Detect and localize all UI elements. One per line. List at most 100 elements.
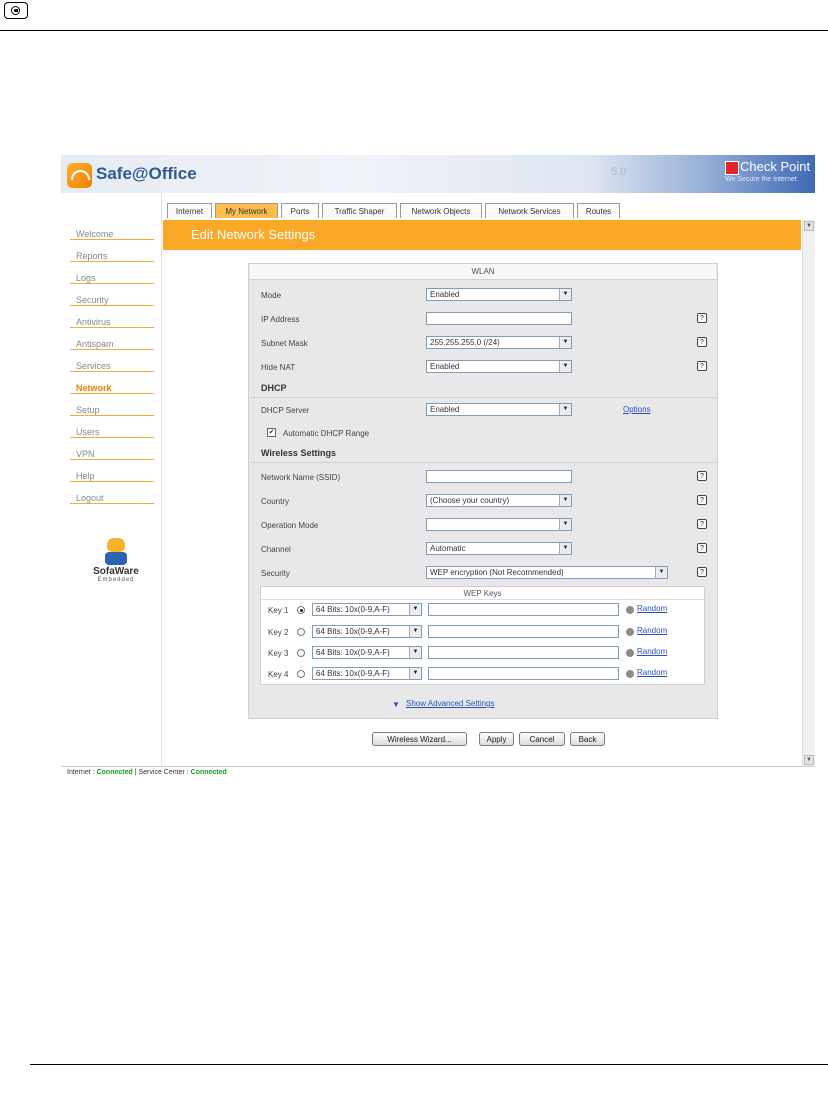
help-icon[interactable]: ? xyxy=(697,361,707,371)
wep-keys-title: WEP Keys xyxy=(261,587,704,600)
back-button[interactable]: Back xyxy=(570,732,605,746)
key-1-length-select[interactable]: 64 Bits: 10x(0-9,A-F) ▼ xyxy=(312,603,422,616)
help-icon[interactable]: ? xyxy=(697,567,707,577)
chevron-down-icon: ▼ xyxy=(409,668,421,679)
sidebar-item-services[interactable]: Services xyxy=(70,351,154,372)
sidebar-item-setup[interactable]: Setup xyxy=(70,395,154,416)
key-3-length-select[interactable]: 64 Bits: 10x(0-9,A-F) ▼ xyxy=(312,646,422,659)
sidebar-item-antispam[interactable]: Antispam xyxy=(70,329,154,350)
tab-my-network[interactable]: My Network xyxy=(215,203,278,218)
ip-address-input[interactable] xyxy=(426,312,572,325)
dhcp-server-select[interactable]: Enabled ▼ xyxy=(426,403,572,416)
bear-mascot-icon xyxy=(107,538,125,552)
vendor-name: Check Point xyxy=(740,159,811,174)
key-2-input[interactable] xyxy=(428,625,619,638)
sidebar-item-welcome[interactable]: Welcome xyxy=(70,219,154,240)
show-advanced-settings-link[interactable]: Show Advanced Settings xyxy=(406,699,495,708)
dhcp-section-title: DHCP xyxy=(261,383,287,393)
version-label: 5.0 xyxy=(611,166,627,178)
security-select[interactable]: WEP encryption (Not Recommended) ▼ xyxy=(426,566,668,579)
key-4-random-link[interactable]: Random xyxy=(637,668,667,677)
subnet-mask-select[interactable]: 255.255.255.0 (/24) ▼ xyxy=(426,336,572,349)
key-3-input[interactable] xyxy=(428,646,619,659)
key-3-radio[interactable] xyxy=(297,649,305,657)
chevron-down-icon: ▼ xyxy=(559,289,571,300)
sidebar-item-vpn[interactable]: VPN xyxy=(70,439,154,460)
divider xyxy=(250,397,716,398)
scroll-up-icon[interactable]: ▼ xyxy=(804,221,814,231)
random-icon xyxy=(626,606,634,614)
help-icon[interactable]: ? xyxy=(697,337,707,347)
security-label: Security xyxy=(261,569,290,578)
mode-select[interactable]: Enabled ▼ xyxy=(426,288,572,301)
chevron-down-icon: ▼ xyxy=(409,647,421,658)
sidebar-item-reports[interactable]: Reports xyxy=(70,241,154,262)
sidebar-item-help[interactable]: Help xyxy=(70,461,154,482)
help-icon[interactable]: ? xyxy=(697,543,707,553)
tab-routes[interactable]: Routes xyxy=(577,203,620,218)
sofaware-name: SofaWare xyxy=(93,566,139,577)
key-2-random-link[interactable]: Random xyxy=(637,626,667,635)
bottom-rule xyxy=(30,1064,828,1065)
sidebar-item-logs[interactable]: Logs xyxy=(70,263,154,284)
key-4-length-select[interactable]: 64 Bits: 10x(0-9,A-F) ▼ xyxy=(312,667,422,680)
key-1-radio[interactable] xyxy=(297,606,305,614)
hide-nat-select[interactable]: Enabled ▼ xyxy=(426,360,572,373)
scrollbar[interactable]: ▼ ▼ xyxy=(802,220,815,766)
auto-dhcp-range-label: Automatic DHCP Range xyxy=(283,429,370,438)
ip-address-label: IP Address xyxy=(261,315,300,324)
chevron-down-icon: ▼ xyxy=(559,519,571,530)
mode-dot-icon xyxy=(14,8,18,12)
chevron-down-icon: ▼ xyxy=(559,404,571,415)
sofaware-logo: SofaWare Embedded xyxy=(86,538,146,583)
key-1-random-link[interactable]: Random xyxy=(637,604,667,613)
help-icon[interactable]: ? xyxy=(697,519,707,529)
tab-internet[interactable]: Internet xyxy=(167,203,212,218)
country-label: Country xyxy=(261,497,290,506)
ssid-label: Network Name (SSID) xyxy=(261,473,341,482)
sidebar-item-antivirus[interactable]: Antivirus xyxy=(70,307,154,328)
apply-button[interactable]: Apply xyxy=(479,732,514,746)
divider xyxy=(250,462,716,463)
page-header: Edit Network Settings xyxy=(163,220,801,250)
tab-ports[interactable]: Ports xyxy=(281,203,319,218)
mode-ring-icon xyxy=(11,5,20,15)
key-1-label: Key 1 xyxy=(268,606,289,615)
wireless-wizard-button[interactable]: Wireless Wizard... xyxy=(372,732,467,746)
dhcp-options-link[interactable]: Options xyxy=(623,405,651,414)
key-4-label: Key 4 xyxy=(268,670,289,679)
dhcp-server-label: DHCP Server xyxy=(261,406,310,415)
key-3-random-link[interactable]: Random xyxy=(637,647,667,656)
cancel-button[interactable]: Cancel xyxy=(519,732,565,746)
chevron-down-icon: ▼ xyxy=(559,495,571,506)
sidebar-item-network[interactable]: Network xyxy=(70,373,154,394)
tab-network-services[interactable]: Network Services xyxy=(485,203,574,218)
tab-network-objects[interactable]: Network Objects xyxy=(400,203,482,218)
internet-status-value: Connected xyxy=(96,769,133,776)
key-4-input[interactable] xyxy=(428,667,619,680)
random-icon xyxy=(626,670,634,678)
key-2-radio[interactable] xyxy=(297,628,305,636)
key-1-input[interactable] xyxy=(428,603,619,616)
key-2-length-select[interactable]: 64 Bits: 10x(0-9,A-F) ▼ xyxy=(312,625,422,638)
auto-dhcp-range-checkbox[interactable]: ✔ xyxy=(267,428,276,437)
scroll-down-icon[interactable]: ▼ xyxy=(804,755,814,765)
sidebar-item-logout[interactable]: Logout xyxy=(70,483,154,504)
chevron-down-icon: ▼ xyxy=(559,361,571,372)
sidebar: Welcome Reports Logs Security Antivirus … xyxy=(61,193,162,765)
random-icon xyxy=(626,649,634,657)
tab-traffic-shaper[interactable]: Traffic Shaper xyxy=(322,203,397,218)
subnet-mask-label: Subnet Mask xyxy=(261,339,308,348)
channel-select[interactable]: Automatic ▼ xyxy=(426,542,572,555)
help-icon[interactable]: ? xyxy=(697,313,707,323)
key-4-radio[interactable] xyxy=(297,670,305,678)
status-separator: | xyxy=(134,769,137,776)
ssid-input[interactable] xyxy=(426,470,572,483)
operation-mode-select[interactable]: ▼ xyxy=(426,518,572,531)
sidebar-item-users[interactable]: Users xyxy=(70,417,154,438)
help-icon[interactable]: ? xyxy=(697,471,707,481)
help-icon[interactable]: ? xyxy=(697,495,707,505)
sidebar-item-security[interactable]: Security xyxy=(70,285,154,306)
vendor-tagline: We Secure the Internet xyxy=(725,176,797,183)
country-select[interactable]: (Choose your country) ▼ xyxy=(426,494,572,507)
